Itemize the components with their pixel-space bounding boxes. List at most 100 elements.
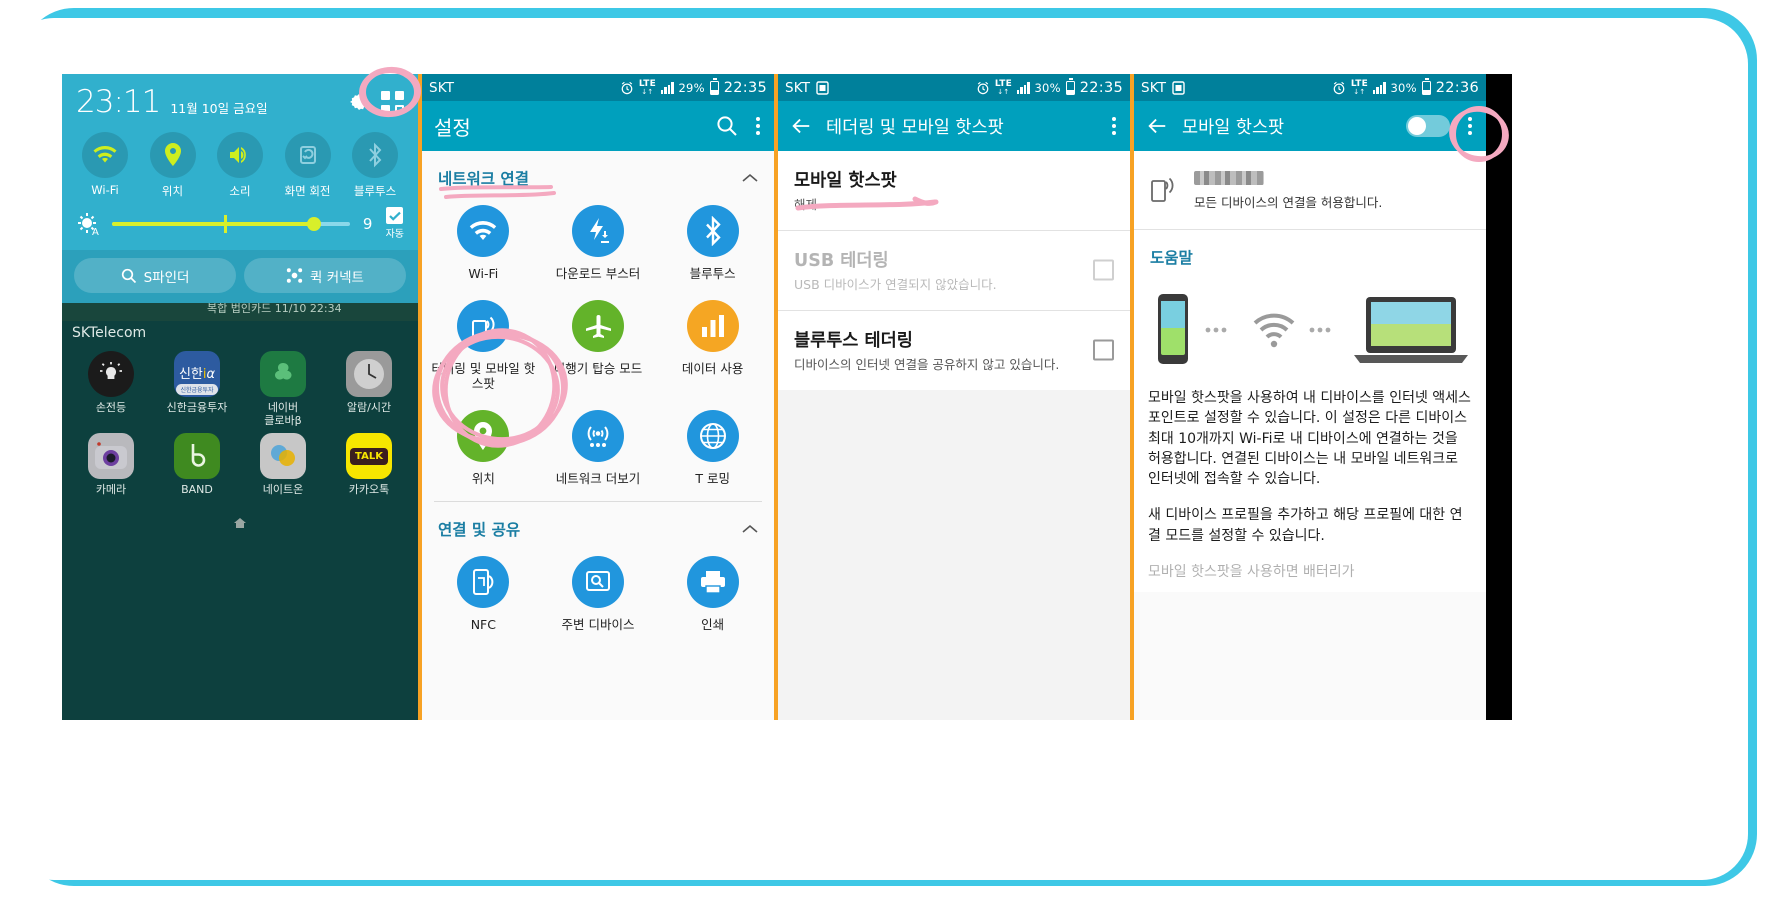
row-title: 블루투스 테더링: [794, 330, 913, 351]
bluetooth-icon: [686, 205, 739, 257]
quick-toggle-bluetooth[interactable]: 블루투스: [344, 132, 406, 199]
brightness-row: A 9 자동: [62, 203, 418, 250]
settings-item-label: 네트워크 더보기: [555, 470, 641, 486]
search-icon: [121, 268, 136, 283]
section-header-network[interactable]: 네트워크 연결: [422, 151, 774, 199]
hotspot-ssid-masked: [1194, 171, 1264, 185]
app-icon-flashlight[interactable]: 손전등: [68, 351, 154, 427]
quick-connect-button[interactable]: 퀵 커넥트: [244, 258, 406, 293]
back-arrow-icon[interactable]: [1146, 115, 1168, 137]
search-icon[interactable]: [716, 115, 738, 137]
tethering-hotspot-icon: [457, 299, 510, 352]
app-label: 카메라: [95, 483, 127, 497]
app-icon-naver-clova[interactable]: 네이버 클로바β: [240, 351, 326, 427]
overflow-menu-icon[interactable]: [754, 115, 762, 137]
battery-percent: 30%: [1390, 80, 1417, 95]
quick-toggle-rotation[interactable]: 화면 회전: [277, 132, 339, 199]
hotspot-ssid-row[interactable]: 모든 디바이스의 연결을 허용합니다.: [1134, 151, 1486, 229]
settings-item-label: Wi-Fi: [468, 266, 499, 281]
app-icon-nateon[interactable]: 네이트온: [240, 433, 326, 497]
brightness-slider[interactable]: [112, 214, 350, 233]
section-header-connect-share[interactable]: 연결 및 공유: [422, 502, 774, 550]
quick-toggle-location[interactable]: 위치: [142, 132, 204, 199]
app-icon-shinhan[interactable]: 신한iα 신한금융투자 신한금융투자: [154, 351, 240, 427]
app-icon-clock[interactable]: 알람/시간: [326, 351, 412, 427]
quick-toggle-row: Wi-Fi 위치 소리 화면 회전 블루투스: [62, 122, 418, 203]
statusbar-carrier: SKT: [429, 79, 455, 96]
row-subtitle: USB 디바이스가 연결되지 않았습니다.: [794, 276, 997, 292]
battery-percent: 30%: [1034, 80, 1061, 95]
settings-item-label: 데이터 사용: [681, 360, 744, 376]
signal-bars-icon: [660, 81, 674, 94]
settings-item-label: 블루투스: [689, 266, 736, 281]
settings-item-more-networks[interactable]: 네트워크 더보기: [541, 409, 656, 487]
settings-item-label: 비행기 탑승 모드: [553, 360, 643, 376]
help-paragraph-2: 새 디바이스 프로필을 추가하고 해당 프로필에 대한 연결 모드를 설정할 수…: [1148, 507, 1463, 544]
overflow-menu-icon[interactable]: [1466, 115, 1474, 137]
settings-item-download-booster[interactable]: 다운로드 부스터: [541, 205, 656, 282]
settings-item-nearby-devices[interactable]: 주변 디바이스: [541, 555, 656, 633]
network-type-label: LTE ↓↑: [994, 78, 1012, 96]
quick-toggle-wifi[interactable]: Wi-Fi: [74, 132, 136, 199]
quick-panel-buttons: S파인더 퀵 커넥트: [62, 250, 418, 303]
naver-clova-icon: [260, 351, 306, 397]
sd-card-icon: [816, 80, 829, 95]
brightness-slider-knob[interactable]: [306, 216, 321, 231]
wifi-waves-icon: [1253, 313, 1295, 348]
settings-item-tethering[interactable]: 터더링 및 모바일 핫스팟: [426, 299, 541, 392]
row-title: 모바일 핫스팟: [794, 171, 897, 191]
hotspot-master-toggle[interactable]: [1406, 115, 1450, 137]
section-title: 네트워크 연결: [438, 170, 529, 188]
list-row-mobile-hotspot[interactable]: 모바일 핫스팟 해제: [778, 151, 1130, 230]
settings-item-data-usage[interactable]: 데이터 사용: [655, 299, 770, 392]
panel-home-quick-settings: 23:11 11월 10일 금요일 Wi-Fi 위치 소리 화면 회전 블루투스…: [62, 74, 418, 720]
settings-item-t-roaming[interactable]: T 로밍: [655, 409, 770, 487]
quick-toggle-sound[interactable]: 소리: [209, 132, 271, 199]
app-icon-band[interactable]: BAND: [154, 433, 240, 497]
settings-item-nfc[interactable]: NFC: [426, 555, 541, 633]
help-heading: 도움말: [1134, 229, 1486, 276]
overflow-menu-icon[interactable]: [1110, 115, 1118, 137]
quick-settings-grid-icon[interactable]: [381, 90, 404, 114]
settings-item-location[interactable]: 위치: [426, 409, 541, 487]
panel-mobile-hotspot: SKT LTE ↓↑ 30% 22:36 모바일 핫스팟 모든 디바이스의 연결…: [1130, 74, 1486, 720]
app-label: BAND: [181, 483, 213, 497]
sound-icon: [217, 132, 263, 178]
bluetooth-icon: [352, 132, 398, 178]
settings-item-print[interactable]: 인쇄: [655, 555, 770, 633]
quick-toggle-label: 블루투스: [353, 184, 397, 198]
nateon-icon: [260, 433, 306, 480]
notification-peek[interactable]: 복합 법인카드 11/10 22:34: [62, 303, 418, 321]
battery-icon: [1065, 78, 1075, 95]
home-screen: SKTelecom 손전등 신한iα 신한금융투자 신한금융투자 네이버 클로바…: [62, 321, 418, 720]
s-finder-button[interactable]: S파인더: [74, 258, 236, 293]
app-icon-camera[interactable]: 카메라: [68, 433, 154, 497]
settings-item-airplane[interactable]: 비행기 탑승 모드: [541, 299, 656, 392]
battery-percent: 29%: [678, 80, 705, 95]
location-pin-icon: [149, 132, 196, 178]
gear-icon[interactable]: [347, 90, 371, 114]
bluetooth-tethering-checkbox[interactable]: [1093, 339, 1114, 361]
app-label: 네이트온: [262, 483, 304, 497]
kakaotalk-icon: TALK: [346, 433, 392, 480]
app-icon-kakaotalk[interactable]: TALK 카카오톡: [326, 433, 412, 497]
statusbar-clock: 22:36: [1435, 79, 1479, 96]
phone-to-laptop-wifi-illustration: [1134, 276, 1486, 388]
page-title: 테더링 및 모바일 핫스팟: [826, 117, 1004, 138]
list-row-bluetooth-tethering[interactable]: 블루투스 테더링 디바이스의 인터넷 연결을 공유하지 않고 있습니다.: [778, 309, 1130, 390]
hotspot-icon: [1151, 177, 1174, 202]
brightness-auto-toggle[interactable]: 자동: [386, 207, 404, 240]
quick-toggle-label: Wi-Fi: [91, 183, 119, 197]
app-label: 네이버 클로바β: [264, 401, 302, 427]
help-paragraph-3: 모바일 핫스팟을 사용하면 배터리가: [1148, 564, 1355, 581]
quick-panel-time: 23:11: [76, 84, 161, 120]
back-arrow-icon[interactable]: [790, 115, 812, 137]
usb-tethering-checkbox: [1093, 259, 1114, 281]
settings-item-wifi[interactable]: Wi-Fi: [426, 205, 541, 282]
quick-toggle-label: 화면 회전: [284, 184, 331, 198]
app-label: 신한금융투자: [166, 401, 228, 414]
quick-settings-panel: 23:11 11월 10일 금요일 Wi-Fi 위치 소리 화면 회전 블루투스…: [62, 74, 418, 303]
network-type-label: LTE ↓↑: [1350, 78, 1368, 96]
tethering-appbar: 테더링 및 모바일 핫스팟: [778, 101, 1130, 151]
settings-item-bluetooth[interactable]: 블루투스: [655, 205, 770, 282]
